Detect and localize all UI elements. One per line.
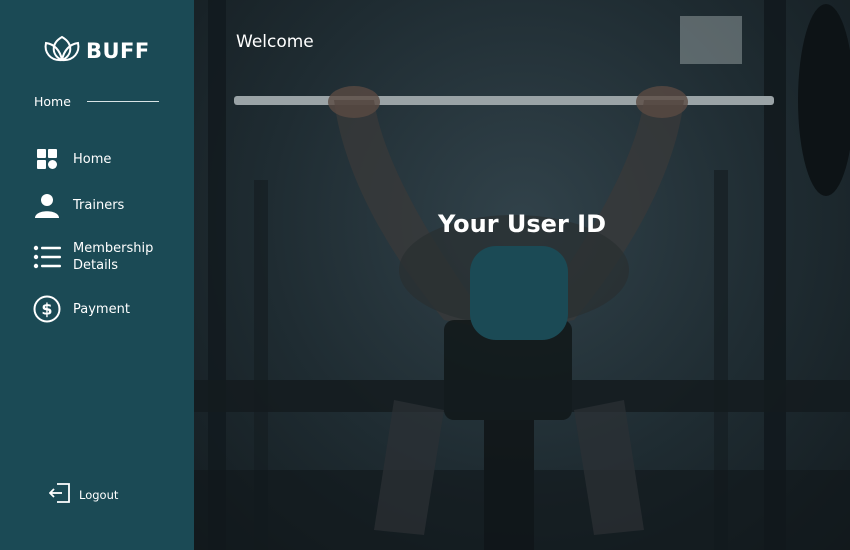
sidebar-item-label: Home <box>73 151 112 167</box>
sidebar-item-label: Membership Details <box>73 241 154 273</box>
brand-name: BUFF <box>86 39 150 63</box>
breadcrumb-label: Home <box>34 94 71 109</box>
sidebar-item-membership-details[interactable]: Membership Details <box>33 240 153 274</box>
sidebar-item-payment[interactable]: $ Payment <box>33 295 130 323</box>
sidebar-item-home[interactable]: Home <box>33 145 111 173</box>
sidebar-item-label: Payment <box>73 301 130 317</box>
svg-text:$: $ <box>41 300 52 319</box>
breadcrumb-divider <box>86 101 159 102</box>
user-icon <box>33 191 61 219</box>
lotus-icon <box>42 34 82 68</box>
sidebar-item-trainers[interactable]: Trainers <box>33 191 124 219</box>
main-content: Welcome Your User ID <box>194 0 850 550</box>
sidebar: BUFF Home Home Trainers Membership Detai… <box>0 0 194 550</box>
welcome-heading: Welcome <box>236 32 314 52</box>
list-icon <box>33 243 61 271</box>
breadcrumb: Home <box>34 94 159 109</box>
logout-icon <box>48 483 71 507</box>
brand-logo[interactable]: BUFF <box>42 34 150 68</box>
user-id-display <box>470 246 568 340</box>
dollar-circle-icon: $ <box>33 295 61 323</box>
dashboard-grid-icon <box>33 145 61 173</box>
user-id-title: Your User ID <box>437 210 607 238</box>
logout-label: Logout <box>79 488 119 502</box>
logout-button[interactable]: Logout <box>48 483 119 507</box>
sidebar-item-label: Trainers <box>73 197 125 213</box>
